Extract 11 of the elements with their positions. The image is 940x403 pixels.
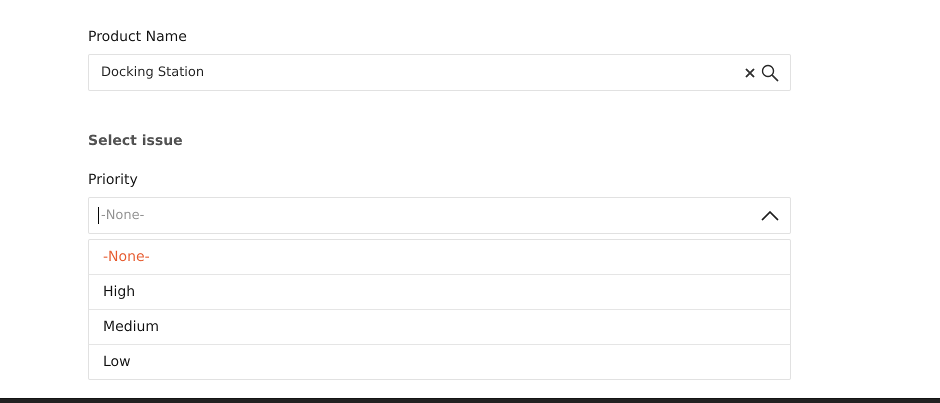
caret-icon bbox=[761, 210, 779, 220]
clear-icon[interactable] bbox=[745, 68, 755, 78]
search-icon[interactable] bbox=[761, 64, 779, 82]
dropdown-field[interactable]: -None- bbox=[88, 197, 791, 234]
dropdown-option[interactable]: High bbox=[89, 274, 790, 309]
field-label: Priority bbox=[88, 172, 138, 188]
field-label: Product Name bbox=[88, 29, 187, 45]
section-title: Select issue bbox=[88, 133, 183, 149]
dropdown-option[interactable]: Low bbox=[89, 344, 790, 379]
search-field[interactable]: Docking Station bbox=[88, 54, 791, 91]
dropdown-option[interactable]: Medium bbox=[89, 309, 790, 344]
